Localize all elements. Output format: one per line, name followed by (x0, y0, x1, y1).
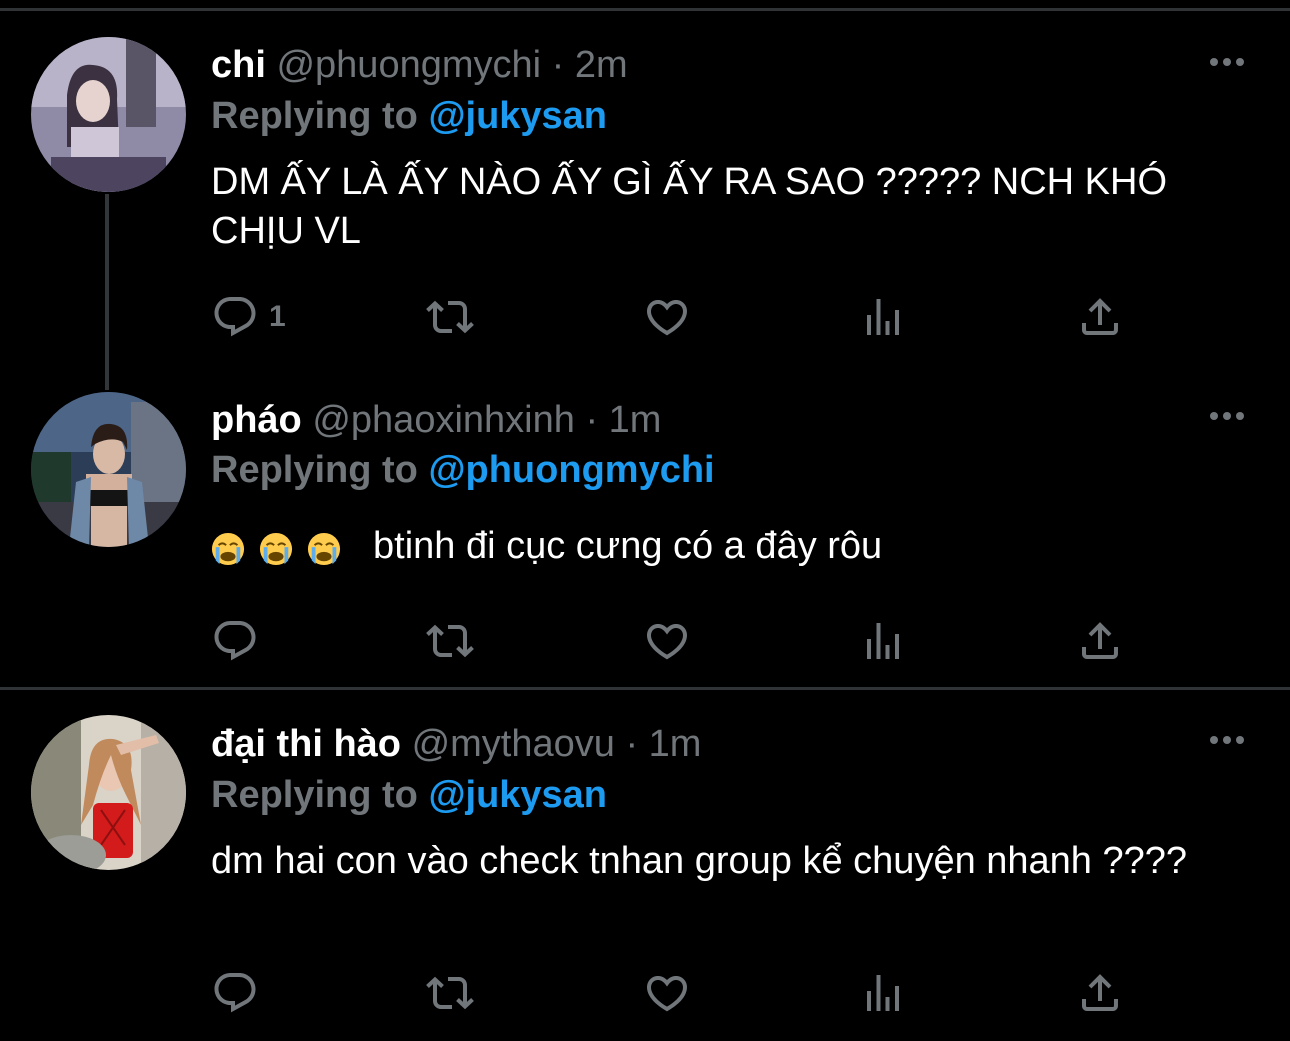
reply-icon (214, 621, 256, 661)
retweet-button[interactable] (426, 616, 474, 666)
tweet-header: đại thi hào @mythaovu · 1m (211, 719, 701, 769)
views-button[interactable] (859, 968, 907, 1018)
tweet[interactable]: pháo @phaoxinhxinh · 1m Replying to @phu… (0, 365, 1290, 690)
replying-to-label: Replying to (211, 95, 418, 137)
username[interactable]: @phuongmychi (276, 44, 541, 86)
avatar[interactable] (31, 392, 186, 547)
retweet-icon (426, 300, 474, 334)
replying-to-label: Replying to (211, 774, 418, 816)
tweet-text-container: btinh đi cục cưng có a đây rôu (211, 522, 1241, 572)
reply-button[interactable] (211, 968, 259, 1018)
display-name[interactable]: chi (211, 44, 266, 86)
avatar-image (31, 37, 186, 192)
tweet-header: pháo @phaoxinhxinh · 1m (211, 395, 661, 445)
action-bar (211, 968, 1131, 1018)
loudly-crying-face-icon (211, 533, 245, 566)
share-icon (1082, 298, 1118, 335)
views-button[interactable] (859, 616, 907, 666)
separator-dot: · (625, 723, 639, 765)
share-button[interactable] (1076, 968, 1124, 1018)
loudly-crying-face-icon (307, 533, 341, 566)
share-button[interactable] (1076, 616, 1124, 666)
retweet-button[interactable] (426, 968, 474, 1018)
action-bar: 1 (211, 292, 1131, 342)
share-button[interactable] (1076, 292, 1124, 342)
tweet-text: DM ẤY LÀ ẤY NÀO ẤY GÌ ẤY RA SAO ????? NC… (211, 161, 1168, 252)
views-icon (867, 975, 899, 1011)
replying-to-label: Replying to (211, 449, 418, 491)
more-options-icon[interactable] (1207, 58, 1247, 70)
display-name[interactable]: pháo (211, 399, 302, 441)
reply-button[interactable]: 1 (211, 292, 286, 342)
reply-button[interactable] (211, 616, 259, 666)
mention-link[interactable]: @jukysan (428, 95, 607, 137)
loudly-crying-face-icon (259, 533, 293, 566)
timestamp[interactable]: 1m (649, 723, 702, 765)
action-bar (211, 616, 1131, 666)
reply-count: 1 (269, 300, 286, 333)
views-button[interactable] (859, 292, 907, 342)
separator-dot: · (585, 399, 599, 441)
retweet-button[interactable] (426, 292, 474, 342)
like-button[interactable] (643, 292, 691, 342)
avatar-image (31, 392, 186, 547)
heart-icon (646, 976, 688, 1012)
tweet-text: btinh đi cục cưng có a đây rôu (373, 525, 883, 567)
replying-to: Replying to @jukysan (211, 92, 607, 140)
replying-to: Replying to @phuongmychi (211, 446, 715, 494)
avatar-image (31, 715, 186, 870)
heart-icon (646, 624, 688, 660)
retweet-icon (426, 624, 474, 658)
tweet[interactable]: đại thi hào @mythaovu · 1m Replying to @… (0, 690, 1290, 1041)
separator-dot: · (551, 44, 565, 86)
tweet-header: chi @phuongmychi · 2m (211, 40, 628, 90)
views-icon (867, 623, 899, 659)
display-name[interactable]: đại thi hào (211, 723, 401, 765)
timestamp[interactable]: 2m (575, 44, 628, 86)
more-options-icon[interactable] (1207, 736, 1247, 748)
tweet-text: dm hai con vào check tnhan group kể chuy… (211, 840, 1188, 882)
more-options-icon[interactable] (1207, 412, 1247, 424)
reply-icon (214, 297, 256, 337)
retweet-icon (426, 976, 474, 1010)
reply-icon (214, 973, 256, 1013)
like-button[interactable] (643, 968, 691, 1018)
username[interactable]: @mythaovu (412, 723, 615, 765)
tweet[interactable]: chi @phuongmychi · 2m Replying to @jukys… (0, 0, 1290, 365)
share-icon (1082, 622, 1118, 659)
timestamp[interactable]: 1m (609, 399, 662, 441)
emoji-group (211, 523, 355, 572)
avatar[interactable] (31, 715, 186, 870)
replying-to: Replying to @jukysan (211, 771, 607, 819)
views-icon (867, 299, 899, 335)
heart-icon (646, 300, 688, 336)
like-button[interactable] (643, 616, 691, 666)
username[interactable]: @phaoxinhxinh (312, 399, 575, 441)
mention-link[interactable]: @jukysan (428, 774, 607, 816)
share-icon (1082, 974, 1118, 1011)
avatar[interactable] (31, 37, 186, 192)
mention-link[interactable]: @phuongmychi (428, 449, 714, 491)
